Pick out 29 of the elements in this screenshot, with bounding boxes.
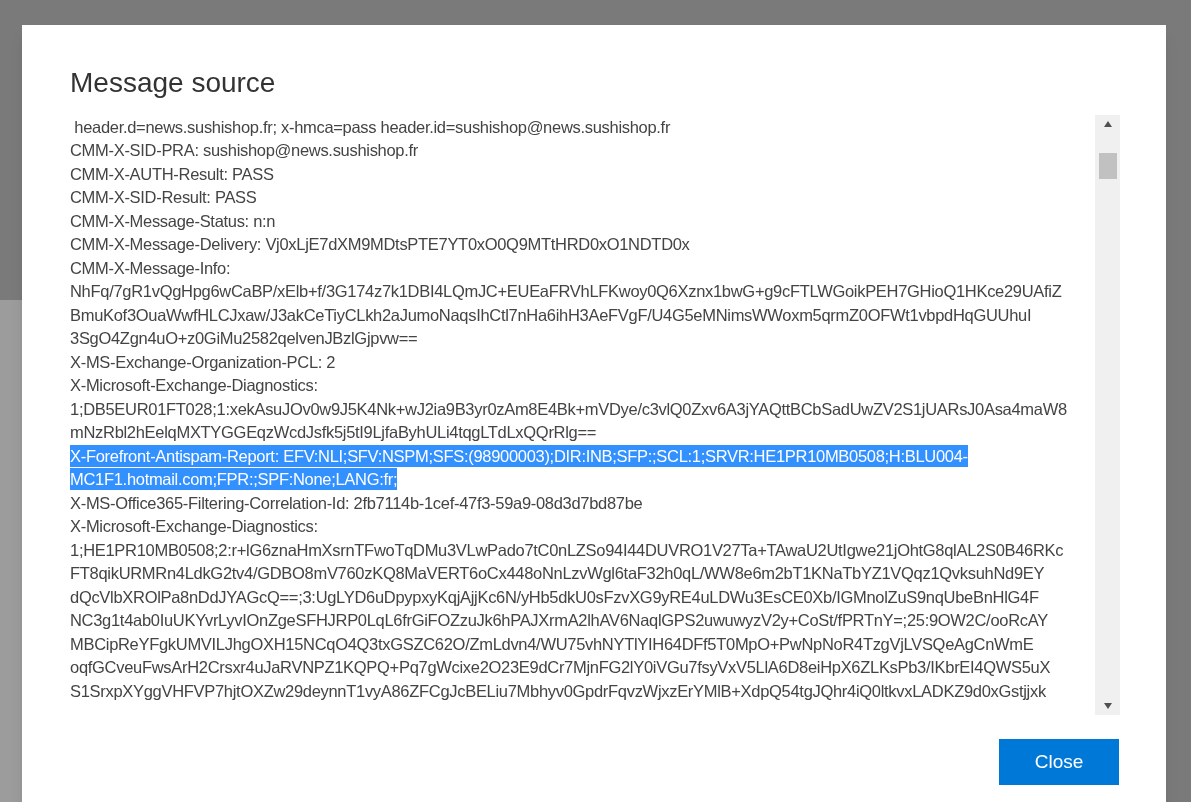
source-line: 1;HE1PR10MB0508;2:r+lG6znaHmXsrnTFwoTqDMu3VLwPado7tC0nLZSo94I44DUVRO1V27Ta+TAwaU2UtIgwe21jOhtG8qlAL2S0B46RKc — [70, 539, 1064, 561]
source-line: CMM-X-SID-PRA: sushishop@news.sushishop.fr — [70, 140, 418, 162]
source-line: X-Microsoft-Exchange-Diagnostics: — [70, 375, 318, 397]
source-line: dQcVlbXROlPa8nDdJYAGcQ==;3:UgLYD6uDpypxyKqjAjjKc6N/yHb5dkU0sFzvXG9yRE4uLDWu3EsCE0Xb/IGMnolZuS9nqUbeBnHlG4F — [70, 586, 1039, 608]
source-line: 3SgO4Zgn4uO+z0GiMu2582qelvenJBzlGjpvw== — [70, 328, 418, 350]
scrollbar-thumb[interactable] — [1098, 153, 1117, 179]
source-line: CMM-X-Message-Status: n:n — [70, 210, 276, 232]
source-line: NhFq/7gR1vQgHpg6wCaBP/xElb+f/3G174z7k1DBI4LQmJC+EUEaFRVhLFKwoy0Q6Xznx1bwG+g9cFTLWGoikPEH7GHioQ1HKce29UAfiZ — [70, 281, 1062, 303]
source-line: NC3g1t4ab0IuUKYvrLyvIOnZgeSFHJRP0LqL6frGiFOZzuJk6hPAJXrmA2lhAV6NaqlGPS2uwuwyzV2y+CoSt/fPRTnY=;25:9OW2C/ooRcAY — [70, 610, 1048, 632]
source-line: mNzRbl2hEelqMXTYGGEqzWcdJsfk5j5tI9LjfaByhULi4tqgLTdLxQQrRlg== — [70, 422, 597, 444]
source-line: X-MS-Exchange-Organization-PCL: 2 — [70, 351, 336, 373]
source-line: header.d=news.sushishop.fr; x-hmca=pass header.id=sushishop@news.sushishop.fr — [73, 116, 671, 138]
source-line: X-Microsoft-Exchange-Diagnostics: — [70, 516, 318, 538]
source-line: CMM-X-SID-Result: PASS — [70, 187, 257, 209]
source-line: CMM-X-AUTH-Result: PASS — [70, 163, 274, 185]
dialog-title: Message source — [70, 66, 277, 100]
source-line: CMM-X-Message-Info: — [70, 257, 231, 279]
source-line: MBCipReYFgkUMVILJhgOXH15NCqO4Q3txGSZC62O/ZmLdvn4/WU75vhNYTlYIH64DFf5T0MpO+PwNpNoR4TzgVjLVSQeAgCnWmE — [70, 633, 1034, 655]
source-line: BmuKof3OuaWwfHLCJxaw/J3akCeTiyCLkh2aJumoNaqsIhCtl7nHa6ihH3AeFVgF/U4G5eMNimsWWoxm5qrmZ0OFWt1vbpdHqGUUhuI — [70, 304, 1032, 326]
source-line: CMM-X-Message-Delivery: Vj0xLjE7dXM9MDtsPTE7YT0xO0Q9MTtHRD0xO1NDTD0x — [70, 234, 690, 256]
source-line: 1;DB5EUR01FT028;1:xekAsuJOv0w9J5K4Nk+wJ2ia9B3yr0zAm8E4Bk+mVDye/c3vlQ0Zxv6A3jYAQttBCbSadUwZV2S1jUARsJ0Asa4maW8 — [70, 398, 1067, 420]
scroll-up-icon[interactable] — [1103, 121, 1112, 127]
scrollbar[interactable] — [1095, 115, 1120, 715]
source-line: X-MS-Office365-Filtering-Correlation-Id: 2fb7114b-1cef-47f3-59a9-08d3d7bd87be — [70, 492, 643, 514]
scroll-down-icon[interactable] — [1103, 703, 1112, 709]
close-button[interactable]: Close — [999, 739, 1119, 785]
source-line: oqfGCveuFwsArH2Crsxr4uJaRVNPZ1KQPQ+Pq7gWcixe2O23E9dCr7MjnFG2lY0iVGu7fsyVxV5LlA6D8eiHpX6ZLKsPb3/IKbrEI4QWS5uX — [70, 657, 1051, 679]
source-line: S1SrxpXYggVHFVP7hjtOXZw29deynnT1vyA86ZFCgJcBELiu7Mbhyv0GpdrFqvzWjxzErYMlB+XdpQ54tgJQhr4iQ0ltkvxLADKZ9d0xGstjjxk — [70, 680, 1046, 702]
source-line: FT8qikURMRn4LdkG2tv4/GDBO8mV760zKQ8MaVERT6oCx448oNnLzvWgl6taF32h0qL/WW8e6m2bT1KNaTbYZ1VQqz1QvksuhNd9EY — [70, 563, 1045, 585]
